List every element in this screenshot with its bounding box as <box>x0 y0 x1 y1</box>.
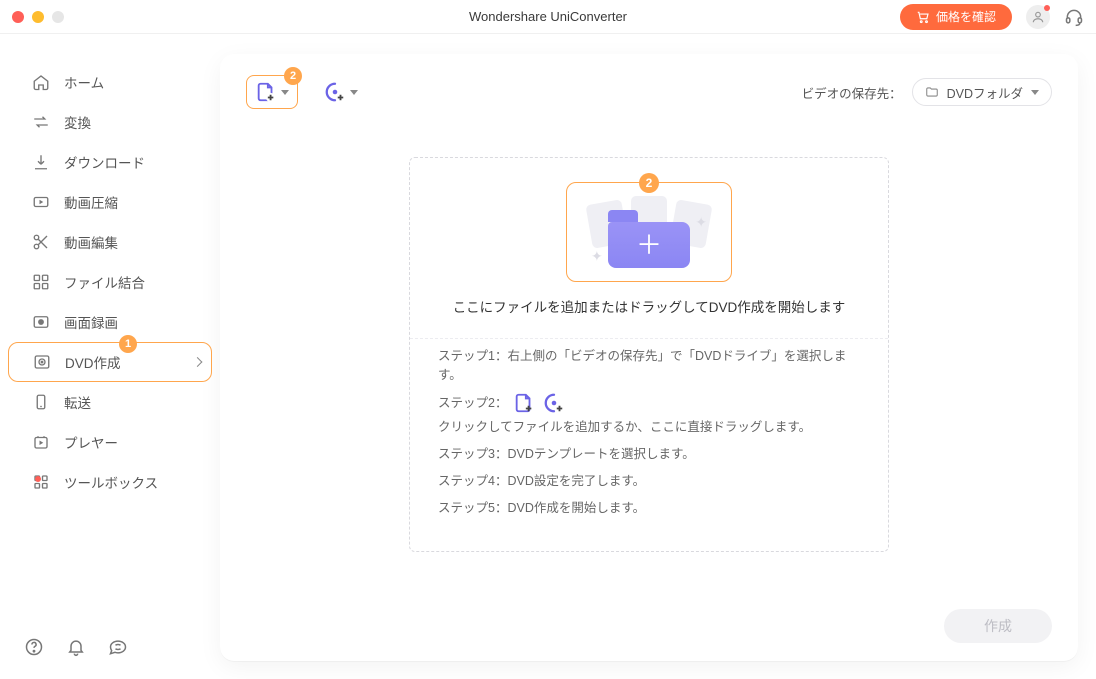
help-button[interactable] <box>24 637 44 657</box>
callout-badge: 2 <box>639 173 659 193</box>
bell-button[interactable] <box>66 637 86 657</box>
sidebar-item-label: 動画圧縮 <box>64 192 118 212</box>
sidebar-item-download[interactable]: ダウンロード <box>8 142 212 182</box>
add-file-icon <box>513 392 535 414</box>
sidebar-item-label: ダウンロード <box>64 152 145 172</box>
step-2: ステップ2： クリックしてファイルを追加するか、ここに直接ドラッグします。 <box>438 392 860 437</box>
callout-badge: 2 <box>284 67 302 85</box>
maximize-icon[interactable] <box>52 11 64 23</box>
sidebar-item-label: 変換 <box>64 112 91 132</box>
notification-dot-icon <box>35 476 41 482</box>
scissors-icon <box>32 233 50 251</box>
add-disc-icon <box>543 392 565 414</box>
user-icon <box>1031 10 1045 24</box>
folder-icon <box>925 85 939 99</box>
close-icon[interactable] <box>12 11 24 23</box>
minimize-icon[interactable] <box>32 11 44 23</box>
sidebar: ホーム 変換 ダウンロード 動画圧縮 動画編集 <box>0 34 220 679</box>
sidebar-item-label: プレヤー <box>64 432 118 452</box>
sidebar-item-compress[interactable]: 動画圧縮 <box>8 182 212 222</box>
window-controls[interactable] <box>12 11 64 23</box>
sidebar-item-label: ホーム <box>64 72 104 92</box>
price-button[interactable]: 価格を確認 <box>900 4 1012 30</box>
create-button[interactable]: 作成 <box>944 609 1052 643</box>
add-disc-icon <box>324 81 346 103</box>
toolbar: 2 ビデオの保存先： DVDフォルダ <box>246 72 1052 112</box>
sidebar-item-home[interactable]: ホーム <box>8 62 212 102</box>
chevron-down-icon <box>281 90 289 95</box>
destination-dropdown[interactable]: DVDフォルダ <box>912 78 1052 106</box>
callout-badge: 1 <box>119 335 137 353</box>
dropzone-illustration: 2 ✦ ✦ ＋ <box>566 182 732 282</box>
sidebar-item-label: ツールボックス <box>64 472 158 492</box>
sidebar-item-label: 動画編集 <box>64 232 118 252</box>
sidebar-item-merge[interactable]: ファイル結合 <box>8 262 212 302</box>
dropzone[interactable]: 2 ✦ ✦ ＋ ここにファイルを追加またはドラッグ <box>409 157 889 553</box>
destination-value: DVDフォルダ <box>947 83 1023 102</box>
sidebar-item-label: ファイル結合 <box>64 272 145 292</box>
disc-icon <box>33 353 51 371</box>
sparkle-icon: ✦ <box>591 248 603 265</box>
sidebar-item-convert[interactable]: 変換 <box>8 102 212 142</box>
sparkle-icon: ✦ <box>695 214 707 231</box>
sidebar-item-label: 転送 <box>64 392 91 412</box>
player-icon <box>32 433 50 451</box>
chevron-down-icon <box>1031 90 1039 95</box>
compress-icon <box>32 193 50 211</box>
sidebar-item-dvd[interactable]: 1 DVD作成 <box>8 342 212 382</box>
merge-icon <box>32 273 50 291</box>
sidebar-item-toolbox[interactable]: ツールボックス <box>8 462 212 502</box>
sidebar-item-edit[interactable]: 動画編集 <box>8 222 212 262</box>
feedback-button[interactable] <box>108 637 128 657</box>
main-panel: 2 ビデオの保存先： DVDフォルダ <box>220 34 1096 679</box>
step-1: ステップ1：右上側の「ビデオの保存先」で「DVDドライブ」を選択します。 <box>438 347 860 385</box>
step-4: ステップ4：DVD設定を完了します。 <box>438 472 860 491</box>
toolbox-icon <box>32 473 50 491</box>
sidebar-item-label: DVD作成 <box>65 352 121 372</box>
add-disc-button[interactable] <box>316 75 366 109</box>
sidebar-item-player[interactable]: プレヤー <box>8 422 212 462</box>
notification-dot-icon <box>1044 5 1050 11</box>
cart-icon <box>916 10 930 24</box>
transfer-icon <box>32 393 50 411</box>
titlebar: Wondershare UniConverter 価格を確認 <box>0 0 1096 34</box>
step-3: ステップ3：DVDテンプレートを選択します。 <box>438 445 860 464</box>
record-icon <box>32 313 50 331</box>
step-5: ステップ5：DVD作成を開始します。 <box>438 499 860 518</box>
download-icon <box>32 153 50 171</box>
chevron-down-icon <box>350 90 358 95</box>
sidebar-item-transfer[interactable]: 転送 <box>8 382 212 422</box>
dropzone-title: ここにファイルを追加またはドラッグしてDVD作成を開始します <box>438 296 860 316</box>
add-file-icon <box>255 81 277 103</box>
home-icon <box>32 73 50 91</box>
sidebar-item-record[interactable]: 画面録画 <box>8 302 212 342</box>
headset-icon[interactable] <box>1064 7 1084 27</box>
convert-icon <box>32 113 50 131</box>
save-destination-label: ビデオの保存先： <box>802 83 902 102</box>
user-avatar[interactable] <box>1026 5 1050 29</box>
price-button-label: 価格を確認 <box>936 8 996 25</box>
add-file-button[interactable]: 2 <box>246 75 298 109</box>
sidebar-item-label: 画面録画 <box>64 312 118 332</box>
